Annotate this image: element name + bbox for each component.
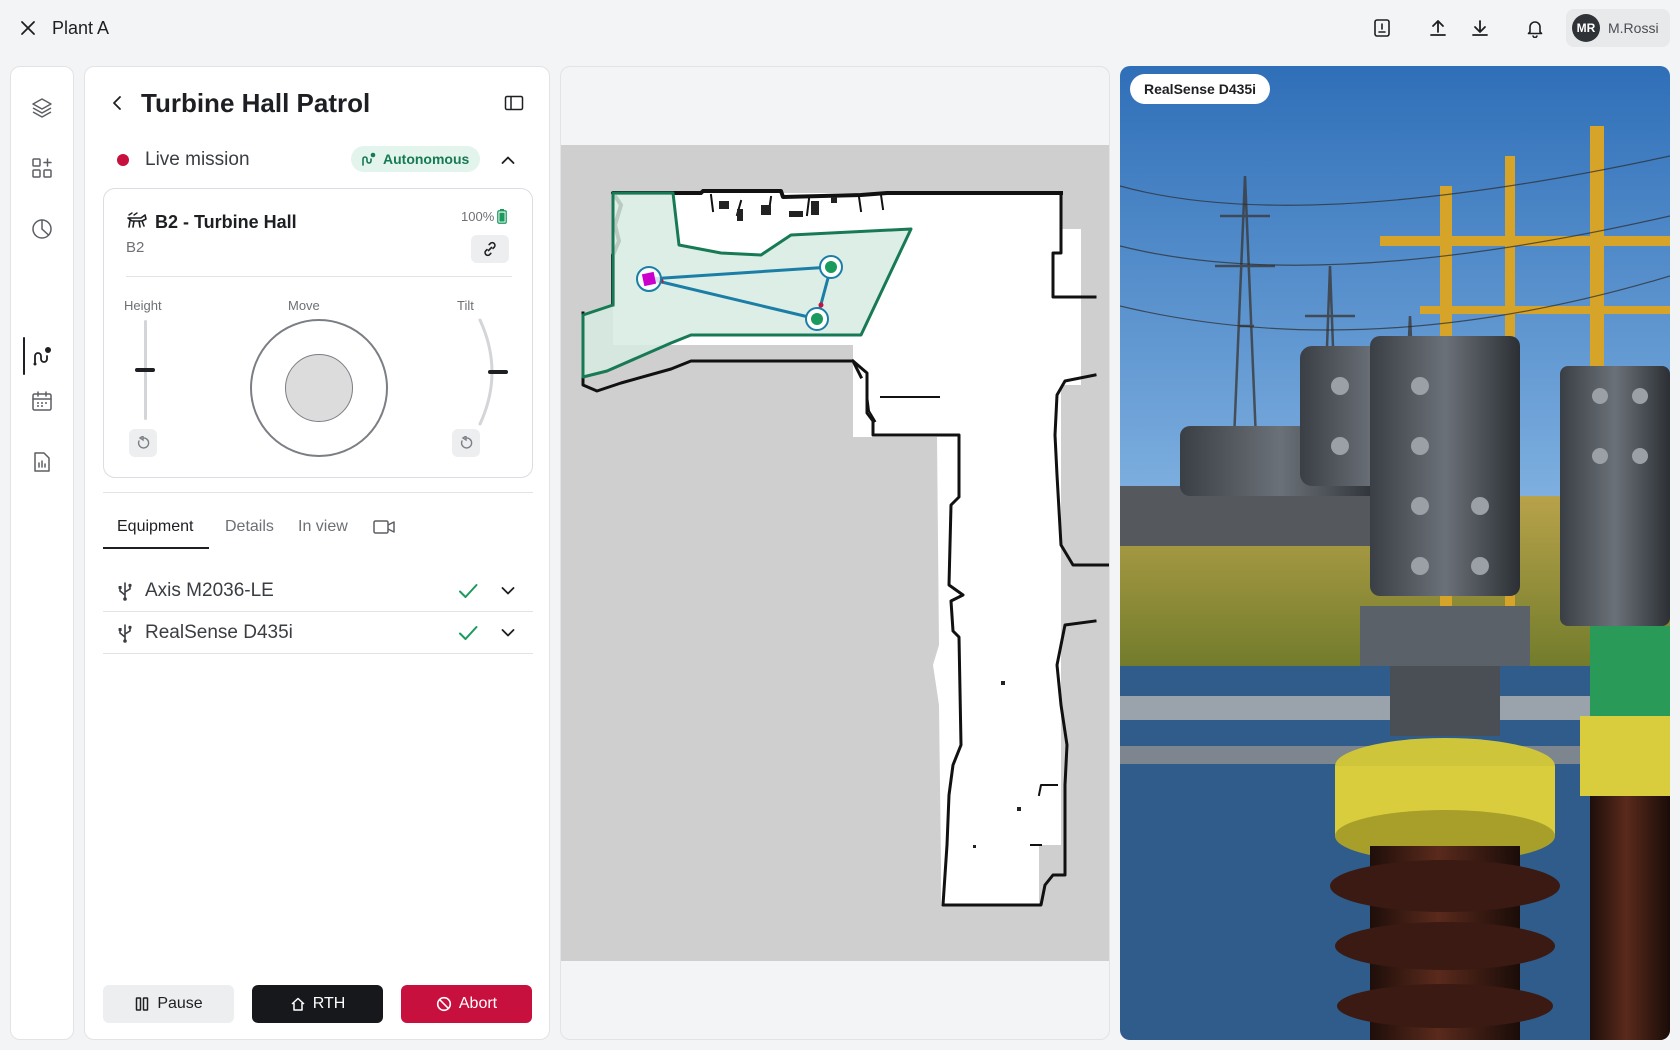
- abort-button[interactable]: Abort: [401, 985, 532, 1023]
- usb-icon: [118, 582, 132, 601]
- occupancy-map[interactable]: [561, 145, 1110, 961]
- return-to-home-button[interactable]: RTH: [252, 985, 383, 1023]
- tab-in-view[interactable]: In view: [298, 505, 348, 549]
- chevron-down-icon[interactable]: [497, 580, 519, 602]
- download-icon[interactable]: [1466, 14, 1494, 42]
- robot-name: B2 - Turbine Hall: [155, 212, 297, 232]
- link-icon: [484, 241, 496, 257]
- battery-status: 100%: [461, 209, 508, 224]
- list-item[interactable]: RealSense D435i: [103, 612, 533, 654]
- mission-status: Live mission: [145, 149, 250, 170]
- mode-label: Autonomous: [383, 151, 470, 167]
- home-return-icon: [291, 997, 305, 1011]
- list-item[interactable]: Axis M2036-LE: [103, 570, 533, 612]
- bell-icon[interactable]: [1521, 14, 1549, 42]
- avatar: MR: [1572, 14, 1600, 42]
- move-joystick[interactable]: [250, 319, 388, 457]
- upload-icon[interactable]: [1424, 14, 1452, 42]
- autonomous-route-icon: [362, 152, 376, 166]
- mission-route-icon[interactable]: [21, 335, 63, 377]
- camera-label: RealSense D435i: [1130, 74, 1271, 104]
- navigation-rail: [10, 66, 74, 1040]
- tab-equipment[interactable]: Equipment: [117, 505, 194, 549]
- close-icon[interactable]: [16, 16, 40, 40]
- mission-tabs: Equipment Details In view: [103, 505, 533, 549]
- reset-icon: [137, 436, 150, 449]
- waypoint[interactable]: [805, 307, 829, 331]
- camera-feed[interactable]: RealSense D435i: [1120, 66, 1670, 1040]
- chevron-up-icon[interactable]: [495, 147, 521, 173]
- move-label: Move: [288, 298, 320, 313]
- pause-button[interactable]: Pause: [103, 985, 234, 1023]
- robot-dog-icon: [127, 212, 147, 228]
- joystick-knob[interactable]: [285, 354, 353, 422]
- calendar-icon[interactable]: [21, 380, 63, 422]
- back-button[interactable]: [105, 91, 129, 115]
- camera-image: [1120, 66, 1670, 1040]
- pause-icon: [136, 997, 149, 1011]
- mission-title: Turbine Hall Patrol: [141, 88, 371, 118]
- equipment-list: Axis M2036-LE RealSense D435i: [103, 570, 533, 654]
- prohibited-icon: [436, 996, 451, 1012]
- robot-position-marker[interactable]: [636, 266, 662, 292]
- equipment-name: RealSense D435i: [145, 622, 293, 643]
- link-button[interactable]: [471, 235, 509, 263]
- tilt-label: Tilt: [457, 298, 474, 313]
- check-icon: [459, 584, 478, 598]
- report-chart-icon[interactable]: [21, 441, 63, 483]
- tab-video[interactable]: [373, 505, 395, 549]
- usb-icon: [118, 624, 132, 643]
- height-label: Height: [124, 298, 162, 313]
- tab-details[interactable]: Details: [225, 505, 274, 549]
- mission-panel: Turbine Hall Patrol Live mission Autonom…: [84, 66, 550, 1040]
- chevron-down-icon[interactable]: [497, 622, 519, 644]
- section-divider: [103, 492, 533, 493]
- robot-card: B2 - Turbine Hall B2 100% Height Move Ti…: [103, 188, 533, 478]
- robot-id: B2: [126, 239, 145, 256]
- mode-badge: Autonomous: [351, 146, 481, 172]
- reset-icon: [460, 436, 473, 449]
- pause-label: Pause: [157, 995, 203, 1012]
- top-bar: Plant A MR M.Rossi: [0, 0, 1680, 56]
- analytics-icon[interactable]: [21, 208, 63, 250]
- app-title: Plant A: [52, 18, 110, 38]
- tilt-slider-thumb[interactable]: [488, 370, 508, 374]
- check-icon: [459, 626, 478, 640]
- height-slider-thumb[interactable]: [135, 368, 155, 372]
- username: M.Rossi: [1608, 20, 1659, 36]
- waypoint[interactable]: [819, 255, 843, 279]
- user-menu[interactable]: MR M.Rossi: [1566, 9, 1670, 47]
- map-view[interactable]: [560, 66, 1110, 1040]
- card-divider: [126, 276, 512, 277]
- widgets-icon[interactable]: [21, 147, 63, 189]
- report-icon[interactable]: [1368, 14, 1396, 42]
- tilt-reset-button[interactable]: [452, 429, 480, 457]
- live-status-dot: [117, 154, 129, 166]
- battery-icon: [497, 209, 508, 224]
- height-reset-button[interactable]: [129, 429, 157, 457]
- layers-icon[interactable]: [21, 87, 63, 129]
- sidebar-toggle-icon[interactable]: [501, 91, 527, 115]
- equipment-name: Axis M2036-LE: [145, 580, 274, 601]
- abort-label: Abort: [458, 995, 498, 1012]
- video-camera-icon: [373, 520, 395, 534]
- tab-underline: [103, 547, 209, 549]
- battery-level: 100%: [461, 209, 495, 224]
- rth-label: RTH: [312, 995, 346, 1012]
